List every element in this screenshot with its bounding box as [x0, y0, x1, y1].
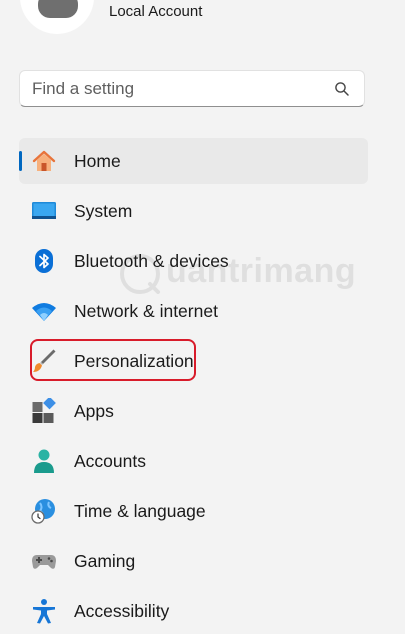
search-icon[interactable] [334, 81, 350, 97]
sidebar-item-label: System [74, 201, 133, 221]
selection-indicator [19, 151, 22, 171]
home-icon [32, 150, 56, 171]
sidebar-item-label: Network & internet [74, 301, 218, 321]
sidebar-item-gaming[interactable]: Gaming [19, 538, 368, 584]
sidebar-item-time-language[interactable]: Time & language [19, 488, 368, 534]
sidebar-item-label: Time & language [74, 501, 206, 521]
avatar-person-icon [38, 0, 78, 18]
sidebar-item-accounts[interactable]: Accounts [19, 438, 368, 484]
sidebar-item-network[interactable]: Network & internet [19, 288, 368, 334]
search-input[interactable] [32, 71, 322, 106]
sidebar-item-label: Bluetooth & devices [74, 251, 229, 271]
sidebar-item-apps[interactable]: Apps [19, 388, 368, 434]
apps-icon [32, 398, 56, 423]
highlight-box [30, 339, 196, 381]
sidebar-item-bluetooth[interactable]: Bluetooth & devices [19, 238, 368, 284]
account-label: Local Account [109, 3, 203, 20]
wifi-icon [32, 303, 56, 321]
sidebar-item-system[interactable]: System [19, 188, 368, 234]
accessibility-icon [33, 599, 55, 624]
sidebar-item-label: Accounts [74, 451, 146, 471]
bluetooth-icon [35, 249, 53, 273]
sidebar-item-accessibility[interactable]: Accessibility [19, 588, 368, 634]
sidebar-item-home[interactable]: Home [19, 138, 368, 184]
sidebar-item-label: Apps [74, 401, 114, 421]
system-icon [32, 202, 56, 219]
search-box[interactable] [19, 70, 365, 107]
account-header[interactable]: Local Account [0, 0, 405, 40]
gamepad-icon [32, 555, 56, 569]
sidebar-item-label: Gaming [74, 551, 136, 571]
accounts-icon [34, 449, 54, 473]
globe-clock-icon [31, 499, 55, 524]
sidebar-item-label: Home [74, 151, 121, 171]
